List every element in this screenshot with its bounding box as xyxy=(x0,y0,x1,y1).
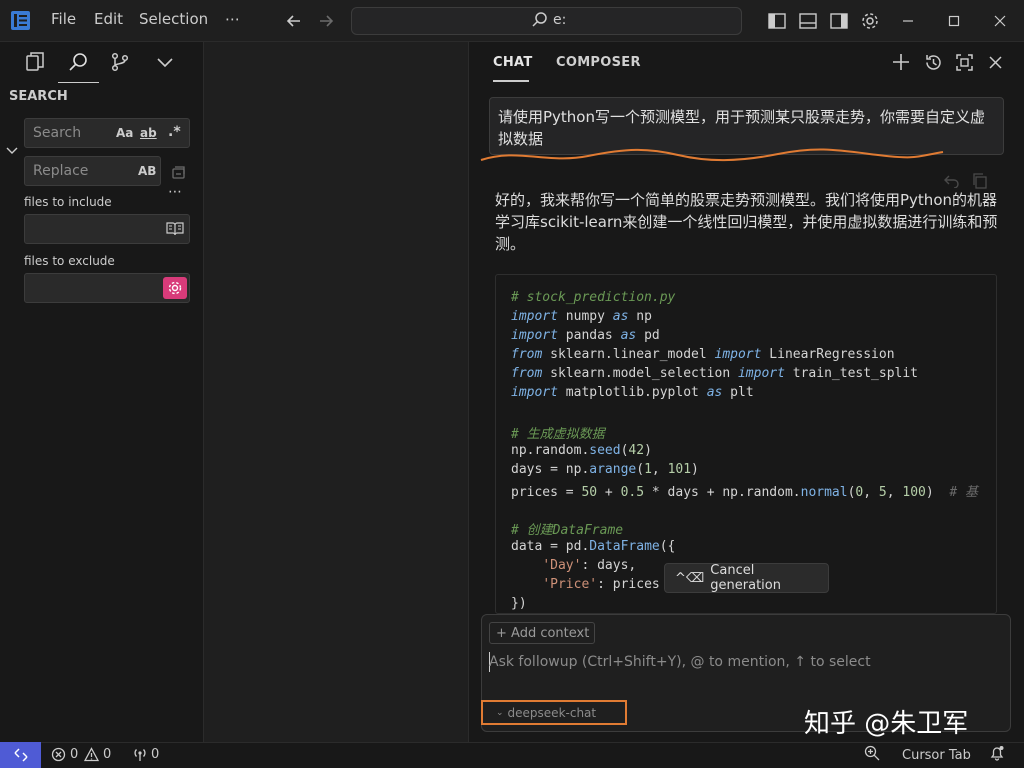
editor-area xyxy=(204,42,469,742)
files-to-exclude-input[interactable] xyxy=(24,273,190,303)
remote-indicator-icon[interactable] xyxy=(0,742,41,768)
open-editors-book-icon[interactable] xyxy=(166,221,184,241)
whole-word-toggle[interactable]: ab xyxy=(140,126,157,140)
back-arrow-icon[interactable] xyxy=(284,11,304,31)
menu-more[interactable]: ⋯ xyxy=(225,10,240,28)
toggle-panel-icon[interactable] xyxy=(798,11,818,31)
code-line-seed: np.random.seed(42) xyxy=(511,443,652,458)
code-comment-generate: # 生成虚拟数据 xyxy=(511,427,605,442)
search-icon xyxy=(531,11,549,33)
files-to-include-label: files to include xyxy=(24,195,112,209)
explorer-icon[interactable] xyxy=(23,50,47,74)
model-selector[interactable]: ⌄ deepseek-chat xyxy=(481,700,627,725)
code-line-from-selection: from sklearn.model_selection import trai… xyxy=(511,366,919,381)
tab-chat[interactable]: CHAT xyxy=(493,55,533,70)
code-line-import-pandas: import pandas as pd xyxy=(511,328,660,343)
search-placeholder: Search xyxy=(33,125,82,141)
source-control-icon[interactable] xyxy=(108,50,132,74)
ports-broadcast-icon[interactable] xyxy=(132,747,148,766)
code-line-close: }) xyxy=(511,596,527,611)
regex-toggle[interactable]: .* xyxy=(168,124,181,140)
code-line-days: days = np.arange(1, 101) xyxy=(511,462,699,477)
replace-input[interactable]: Replace AB xyxy=(24,156,161,186)
match-case-toggle[interactable]: Aa xyxy=(116,126,133,140)
tab-chat-underline xyxy=(493,80,529,82)
orange-underline-annotation xyxy=(480,148,944,162)
cancel-generation-label: Cancel generation xyxy=(710,563,781,593)
error-count[interactable]: 0 xyxy=(70,747,78,762)
menu-file[interactable]: File xyxy=(51,10,76,28)
zoom-icon[interactable] xyxy=(864,745,880,765)
code-line-data: data = pd.DataFrame({ xyxy=(511,539,676,554)
menu-selection[interactable]: Selection xyxy=(139,10,208,28)
toggle-primary-sidebar-icon[interactable] xyxy=(767,11,787,31)
warning-count[interactable]: 0 xyxy=(103,747,111,762)
minimize-icon[interactable] xyxy=(898,11,918,31)
cursor-tab-status[interactable]: Cursor Tab xyxy=(902,748,971,763)
preserve-case-toggle[interactable]: AB xyxy=(138,164,156,178)
code-line-import-plt: import matplotlib.pyplot as plt xyxy=(511,385,754,400)
code-line-price-key: 'Price': prices xyxy=(542,577,660,592)
maximize-chat-icon[interactable] xyxy=(955,53,974,76)
settings-gear-icon[interactable] xyxy=(860,11,880,31)
error-icon[interactable] xyxy=(51,747,66,766)
code-line-import-numpy: import numpy as np xyxy=(511,309,652,324)
ports-count[interactable]: 0 xyxy=(151,747,159,762)
code-line-prices: prices = 50 + 0.5 * days + np.random.nor… xyxy=(511,485,979,500)
add-context-button[interactable]: + Add context xyxy=(489,622,595,644)
watermark: 知乎 @朱卫军 xyxy=(804,709,969,739)
app-logo-icon xyxy=(11,11,30,30)
toggle-details-more[interactable]: ⋯ xyxy=(168,184,182,200)
command-center-text: e: xyxy=(553,12,567,28)
close-window-icon[interactable] xyxy=(990,11,1010,31)
code-line-day-key: 'Day': days, xyxy=(542,558,637,573)
active-tab-indicator xyxy=(58,82,99,83)
toggle-secondary-sidebar-icon[interactable] xyxy=(829,11,849,31)
assistant-message: 好的，我来帮你写一个简单的股票走势预测模型。我们将使用Python的机器学习库s… xyxy=(495,191,998,253)
search-input[interactable]: Search Aa ab .* xyxy=(24,118,190,148)
menu-edit[interactable]: Edit xyxy=(94,10,123,28)
files-to-exclude-label: files to exclude xyxy=(24,254,115,268)
model-name: deepseek-chat xyxy=(507,705,597,720)
new-chat-plus-icon[interactable] xyxy=(892,53,910,75)
toggle-replace-chevron-icon[interactable] xyxy=(5,145,19,161)
files-to-include-input[interactable] xyxy=(24,214,190,244)
replace-placeholder: Replace xyxy=(33,163,89,179)
chevron-down-icon[interactable] xyxy=(153,50,177,74)
followup-input[interactable]: Ask followup (Ctrl+Shift+Y), @ to mentio… xyxy=(489,654,871,670)
history-icon[interactable] xyxy=(924,53,943,76)
code-line-from-linear: from sklearn.linear_model import LinearR… xyxy=(511,347,895,362)
cancel-generation-button[interactable]: ^⌫ Cancel generation xyxy=(664,563,829,593)
use-exclude-settings-gear-icon[interactable] xyxy=(163,277,187,299)
tab-composer[interactable]: COMPOSER xyxy=(556,55,641,70)
maximize-icon[interactable] xyxy=(944,11,964,31)
forward-arrow-icon[interactable] xyxy=(316,11,336,31)
notifications-bell-icon[interactable] xyxy=(989,745,1005,765)
code-comment-dataframe: # 创建DataFrame xyxy=(511,523,624,538)
cancel-shortcut-hint: ^⌫ xyxy=(675,570,705,586)
chevron-down-icon: ⌄ xyxy=(496,707,504,718)
search-tab-icon[interactable] xyxy=(66,50,90,74)
code-comment-filename: # stock_prediction.py xyxy=(511,290,676,305)
warning-icon[interactable] xyxy=(83,747,100,766)
sidebar-title: SEARCH xyxy=(9,89,68,104)
close-chat-icon[interactable] xyxy=(988,55,1003,74)
replace-all-icon[interactable] xyxy=(170,162,188,184)
